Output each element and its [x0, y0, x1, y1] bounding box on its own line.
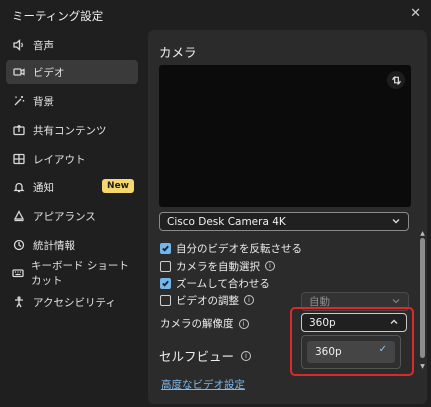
resolution-row: カメラの解像度 i: [160, 316, 249, 331]
camera-device-value: Cisco Desk Camera 4K: [167, 215, 286, 228]
sidebar-item-video[interactable]: ビデオ: [6, 60, 138, 84]
scrollbar[interactable]: ▲ ▼: [419, 231, 426, 370]
sidebar-item-shared-content[interactable]: 共有コンテンツ: [6, 118, 138, 142]
window-title: ミーティング設定: [12, 9, 104, 23]
mirror-video-checkbox[interactable]: [160, 242, 171, 254]
share-icon: [12, 123, 26, 137]
sidebar-item-label: アクセシビリティ: [33, 296, 116, 309]
keyboard-icon: [12, 266, 24, 280]
camera-preview: [159, 65, 411, 207]
appearance-icon: [12, 209, 26, 223]
sidebar-item-label: 統計情報: [33, 239, 75, 252]
layout-icon: [12, 152, 26, 166]
camera-device-select[interactable]: Cisco Desk Camera 4K: [159, 212, 409, 231]
video-adjust-option[interactable]: ビデオの調整 i: [160, 292, 254, 308]
sidebar-item-audio[interactable]: 音声: [6, 33, 138, 57]
sidebar-item-appearance[interactable]: アピアランス: [6, 204, 138, 228]
sidebar-item-label: キーボード ショートカット: [31, 260, 129, 287]
info-icon[interactable]: i: [241, 350, 252, 361]
sidebar-item-label: 背景: [33, 95, 54, 108]
resolution-label: カメラの解像度: [160, 318, 234, 330]
sidebar-item-notifications[interactable]: 通知 New: [6, 175, 138, 199]
self-view-heading: セルフビュー i: [159, 346, 252, 365]
zoom-to-fit-checkbox[interactable]: [160, 277, 171, 289]
auto-select-camera-option[interactable]: カメラを自動選択 i: [160, 258, 275, 274]
sidebar-item-label: ビデオ: [33, 66, 65, 79]
sidebar-item-keyboard-shortcuts[interactable]: キーボード ショートカット: [6, 260, 138, 287]
chevron-down-icon: [390, 215, 402, 227]
sidebar-item-accessibility[interactable]: アクセシビリティ: [6, 290, 138, 314]
bell-icon: [12, 180, 26, 194]
scroll-down-icon[interactable]: ▼: [419, 364, 426, 370]
video-icon: [12, 65, 26, 79]
sidebar-item-label: 通知: [33, 181, 54, 194]
camera-heading: カメラ: [159, 45, 197, 60]
highlight-box: [290, 307, 414, 376]
scrollbar-thumb[interactable]: [420, 238, 425, 358]
zoom-to-fit-option[interactable]: ズームして合わせる: [160, 275, 270, 291]
sidebar-item-label: 共有コンテンツ: [33, 124, 107, 137]
info-icon[interactable]: i: [238, 318, 249, 329]
info-icon[interactable]: i: [244, 295, 254, 305]
close-icon[interactable]: ✕: [410, 7, 421, 21]
stats-icon: [12, 238, 26, 252]
chevron-down-icon: [390, 295, 402, 307]
video-adjust-checkbox[interactable]: [160, 294, 171, 306]
auto-select-camera-label: カメラを自動選択: [176, 260, 260, 273]
zoom-to-fit-label: ズームして合わせる: [176, 277, 270, 290]
title-bar: ミーティング設定 ✕: [0, 0, 431, 30]
self-view-label: セルフビュー: [159, 349, 235, 364]
sidebar-item-label: レイアウト: [33, 153, 86, 166]
accessibility-icon: [12, 295, 26, 309]
scroll-up-icon[interactable]: ▲: [419, 231, 426, 237]
sidebar-item-statistics[interactable]: 統計情報: [6, 233, 138, 257]
sidebar-item-label: 音声: [33, 39, 54, 52]
new-badge: New: [102, 179, 134, 193]
magic-wand-icon: [12, 94, 26, 108]
switch-camera-icon[interactable]: [387, 71, 405, 89]
sidebar-item-background[interactable]: 背景: [6, 89, 138, 113]
sidebar-item-layout[interactable]: レイアウト: [6, 147, 138, 171]
video-adjust-label: ビデオの調整: [176, 294, 239, 307]
mirror-video-option[interactable]: 自分のビデオを反転させる: [160, 240, 302, 256]
advanced-video-settings-link[interactable]: 高度なビデオ設定: [161, 377, 245, 392]
speaker-icon: [12, 38, 26, 52]
sidebar: 音声 ビデオ 背景 共有コンテンツ レイアウト 通知 New アピアランス 統計…: [0, 30, 146, 407]
info-icon[interactable]: i: [265, 261, 275, 271]
sidebar-item-label: アピアランス: [33, 210, 96, 223]
mirror-video-label: 自分のビデオを反転させる: [176, 242, 302, 255]
auto-select-camera-checkbox[interactable]: [160, 260, 171, 272]
